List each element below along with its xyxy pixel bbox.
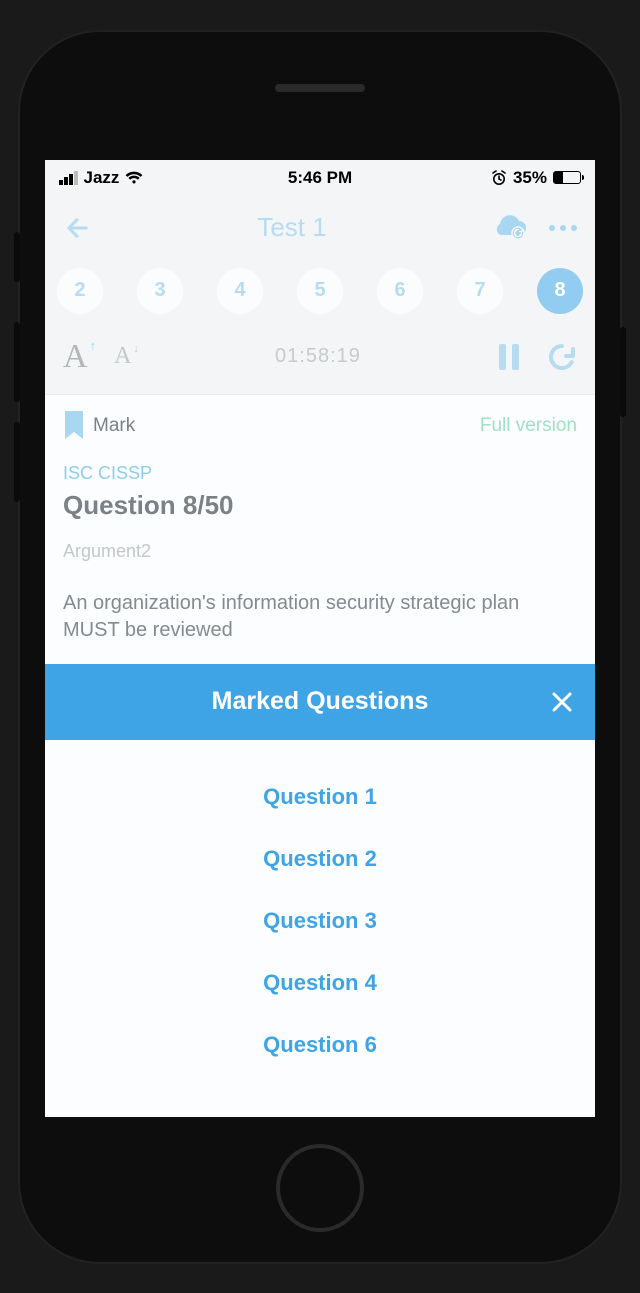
signal-icon [59,171,78,185]
question-number-nav: 2345678 [45,260,595,332]
close-icon[interactable] [551,691,573,713]
marked-question-item[interactable]: Question 1 [45,766,595,828]
page-title: Test 1 [91,212,493,243]
sheet-title: Marked Questions [212,687,429,716]
home-button[interactable] [276,1144,364,1232]
font-decrease-button[interactable]: A↓ [110,343,139,370]
cloud-sync-icon[interactable] [493,215,527,241]
carrier-label: Jazz [84,168,120,188]
question-nav-pill[interactable]: 8 [537,268,583,314]
question-counter-label: Question 8/50 [63,490,577,521]
wifi-icon [125,171,143,185]
marked-question-item[interactable]: Question 7 [45,1076,595,1094]
marked-question-item[interactable]: Question 6 [45,1014,595,1076]
full-version-link[interactable]: Full version [480,415,577,437]
clock-label: 5:46 PM [288,168,352,188]
question-nav-pill[interactable]: 4 [217,268,263,314]
question-stem: An organization's information security s… [63,590,577,644]
marked-question-item[interactable]: Question 2 [45,828,595,890]
battery-icon [553,171,581,184]
question-nav-pill[interactable]: 7 [457,268,503,314]
font-increase-button[interactable]: A↑ [63,338,96,376]
nav-bar: Test 1 [45,196,595,260]
side-button [14,322,20,402]
phone-frame: Jazz 5:46 PM 35% Test 1 2345678 A↑ A↓ 01… [20,32,620,1262]
timer-label: 01:58:19 [153,345,483,368]
question-nav-pill[interactable]: 6 [377,268,423,314]
more-icon[interactable] [549,225,577,231]
app-screen: Jazz 5:46 PM 35% Test 1 2345678 A↑ A↓ 01… [45,160,595,1117]
back-icon[interactable] [63,214,91,242]
question-nav-pill[interactable]: 2 [57,268,103,314]
mark-button[interactable]: Mark [63,411,135,441]
toolbar: A↑ A↓ 01:58:19 [45,332,595,394]
refresh-icon[interactable] [547,342,577,372]
exam-code-label: ISC CISSP [63,463,577,484]
phone-speaker [275,84,365,92]
question-nav-pill[interactable]: 3 [137,268,183,314]
status-bar: Jazz 5:46 PM 35% [45,160,595,196]
question-card: Mark Full version ISC CISSP Question 8/5… [45,394,595,664]
marked-question-item[interactable]: Question 3 [45,890,595,952]
side-button [14,422,20,502]
mark-label: Mark [93,415,135,437]
argument-label: Argument2 [63,541,577,562]
side-button [620,327,626,417]
pause-icon[interactable] [497,342,521,372]
question-nav-pill[interactable]: 5 [297,268,343,314]
side-button [14,232,20,282]
alarm-icon [491,170,507,186]
bookmark-icon [63,411,85,441]
marked-questions-list: Question 1Question 2Question 3Question 4… [45,740,595,1117]
marked-question-item[interactable]: Question 4 [45,952,595,1014]
marked-questions-header: Marked Questions [45,664,595,740]
battery-pct-label: 35% [513,168,547,188]
